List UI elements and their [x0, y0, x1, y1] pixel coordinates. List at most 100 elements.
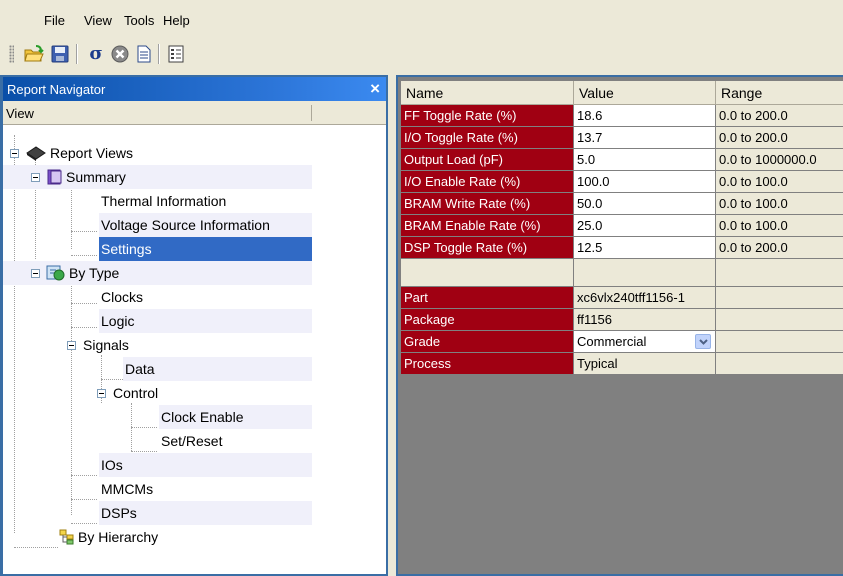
chevron-down-icon[interactable] — [695, 334, 711, 349]
tree-item-label: Signals — [83, 337, 129, 353]
tree-item-clock-enable[interactable]: Clock Enable — [159, 405, 312, 429]
view-column-label: View — [6, 106, 34, 121]
tree-item-control[interactable]: Control — [97, 381, 312, 405]
collapse-icon[interactable] — [31, 173, 40, 182]
toolbar-separator — [158, 44, 159, 64]
tree-item-ios[interactable]: IOs — [99, 453, 312, 477]
close-icon[interactable]: × — [370, 79, 380, 99]
column-header-value[interactable]: Value — [574, 81, 716, 105]
table-row: Grade Commercial — [401, 331, 843, 353]
grade-select[interactable]: Commercial — [574, 331, 716, 353]
tree-item-summary[interactable]: Summary — [3, 165, 312, 189]
tree-item-voltage-source-information[interactable]: Voltage Source Information — [99, 213, 312, 237]
tree-item-set-reset[interactable]: Set/Reset — [159, 429, 312, 453]
collapse-icon[interactable] — [31, 269, 40, 278]
tree-item-dsps[interactable]: DSPs — [99, 501, 312, 525]
empty-row — [401, 259, 843, 287]
column-divider[interactable] — [311, 105, 312, 121]
document-icon[interactable] — [134, 44, 154, 64]
grid-header-row: Name Value Range — [401, 81, 843, 105]
stop-icon[interactable] — [110, 44, 130, 64]
tree-item-label: By Type — [69, 265, 120, 281]
menu-tools[interactable]: Tools — [124, 13, 154, 28]
process-label: Process — [401, 353, 574, 375]
tree-item-label: Clocks — [101, 289, 144, 305]
setting-name: BRAM Enable Rate (%) — [401, 215, 574, 237]
tree-item-logic[interactable]: Logic — [99, 309, 312, 333]
setting-range: 0.0 to 100.0 — [716, 193, 843, 215]
report-navigator-title: Report Navigator — [7, 82, 106, 97]
tree-item-settings[interactable]: Settings — [99, 237, 312, 261]
setting-range: 0.0 to 200.0 — [716, 105, 843, 127]
tree-item-data[interactable]: Data — [123, 357, 312, 381]
tree-item-label: Thermal Information — [101, 193, 227, 209]
setting-value-input[interactable]: 12.5 — [574, 237, 716, 259]
settings-panel: Name Value Range FF Toggle Rate (%) 18.6… — [396, 75, 843, 576]
tree-item-label: Settings — [101, 241, 152, 257]
tree-item-label: Voltage Source Information — [101, 217, 270, 233]
table-row: DSP Toggle Rate (%) 12.5 0.0 to 200.0 — [401, 237, 843, 259]
tree-item-clocks[interactable]: Clocks — [99, 285, 312, 309]
table-row: Package ff1156 — [401, 309, 843, 331]
collapse-icon[interactable] — [10, 149, 19, 158]
grade-label: Grade — [401, 331, 574, 353]
collapse-icon[interactable] — [67, 341, 76, 350]
table-row: FF Toggle Rate (%) 18.6 0.0 to 200.0 — [401, 105, 843, 127]
setting-name: Output Load (pF) — [401, 149, 574, 171]
open-folder-icon[interactable] — [24, 44, 44, 64]
part-value: xc6vlx240tff1156-1 — [574, 287, 716, 309]
by-type-icon — [46, 265, 65, 281]
setting-name: FF Toggle Rate (%) — [401, 105, 574, 127]
menu-bar: File View Tools Help — [0, 0, 843, 38]
table-row: Part xc6vlx240tff1156-1 — [401, 287, 843, 309]
column-header-range[interactable]: Range — [716, 81, 843, 105]
column-header-name[interactable]: Name — [401, 81, 574, 105]
setting-value-input[interactable]: 13.7 — [574, 127, 716, 149]
sigma-icon[interactable]: σ — [86, 44, 106, 64]
setting-value-input[interactable]: 100.0 — [574, 171, 716, 193]
part-label: Part — [401, 287, 574, 309]
menu-help[interactable]: Help — [163, 13, 190, 28]
tree-item-label: IOs — [101, 457, 123, 473]
toolbar-grip[interactable] — [9, 45, 14, 63]
table-row: BRAM Write Rate (%) 50.0 0.0 to 100.0 — [401, 193, 843, 215]
hierarchy-icon — [59, 529, 74, 545]
tree-item-thermal-information[interactable]: Thermal Information — [99, 189, 312, 213]
chip-icon — [26, 146, 46, 161]
report-navigator-panel: Report Navigator × View Report Views Sum… — [0, 75, 388, 576]
save-icon[interactable] — [50, 44, 70, 64]
setting-value-input[interactable]: 25.0 — [574, 215, 716, 237]
setting-value-input[interactable]: 18.6 — [574, 105, 716, 127]
table-row: I/O Enable Rate (%) 100.0 0.0 to 100.0 — [401, 171, 843, 193]
setting-value-input[interactable]: 5.0 — [574, 149, 716, 171]
package-label: Package — [401, 309, 574, 331]
tree-item-by-hierarchy[interactable]: By Hierarchy — [57, 525, 312, 549]
tree-item-label: Set/Reset — [161, 433, 223, 449]
report-tree: Report Views Summary Thermal Information… — [3, 125, 386, 574]
setting-range: 0.0 to 1000000.0 — [716, 149, 843, 171]
setting-range: 0.0 to 200.0 — [716, 237, 843, 259]
setting-name: BRAM Write Rate (%) — [401, 193, 574, 215]
setting-value-input[interactable]: 50.0 — [574, 193, 716, 215]
tree-item-report-views[interactable]: Report Views — [3, 141, 386, 165]
tree-item-by-type[interactable]: By Type — [3, 261, 312, 285]
setting-range: 0.0 to 200.0 — [716, 127, 843, 149]
tree-item-label: Summary — [66, 169, 126, 185]
setting-name: I/O Toggle Rate (%) — [401, 127, 574, 149]
menu-file[interactable]: File — [44, 13, 65, 28]
view-column-header[interactable]: View — [3, 101, 386, 125]
tree-item-label: Control — [113, 385, 159, 401]
tree-item-mmcms[interactable]: MMCMs — [99, 477, 312, 501]
grade-selected-value: Commercial — [577, 334, 647, 349]
summary-book-icon — [47, 169, 62, 185]
process-value: Typical — [574, 353, 716, 375]
setting-range: 0.0 to 100.0 — [716, 215, 843, 237]
table-row: I/O Toggle Rate (%) 13.7 0.0 to 200.0 — [401, 127, 843, 149]
collapse-icon[interactable] — [97, 389, 106, 398]
tree-item-signals[interactable]: Signals — [67, 333, 312, 357]
tree-item-label: DSPs — [101, 505, 137, 521]
report-navigator-titlebar: Report Navigator × — [3, 77, 386, 101]
menu-view[interactable]: View — [84, 13, 112, 28]
properties-icon[interactable] — [166, 44, 186, 64]
tree-item-label: Logic — [101, 313, 135, 329]
